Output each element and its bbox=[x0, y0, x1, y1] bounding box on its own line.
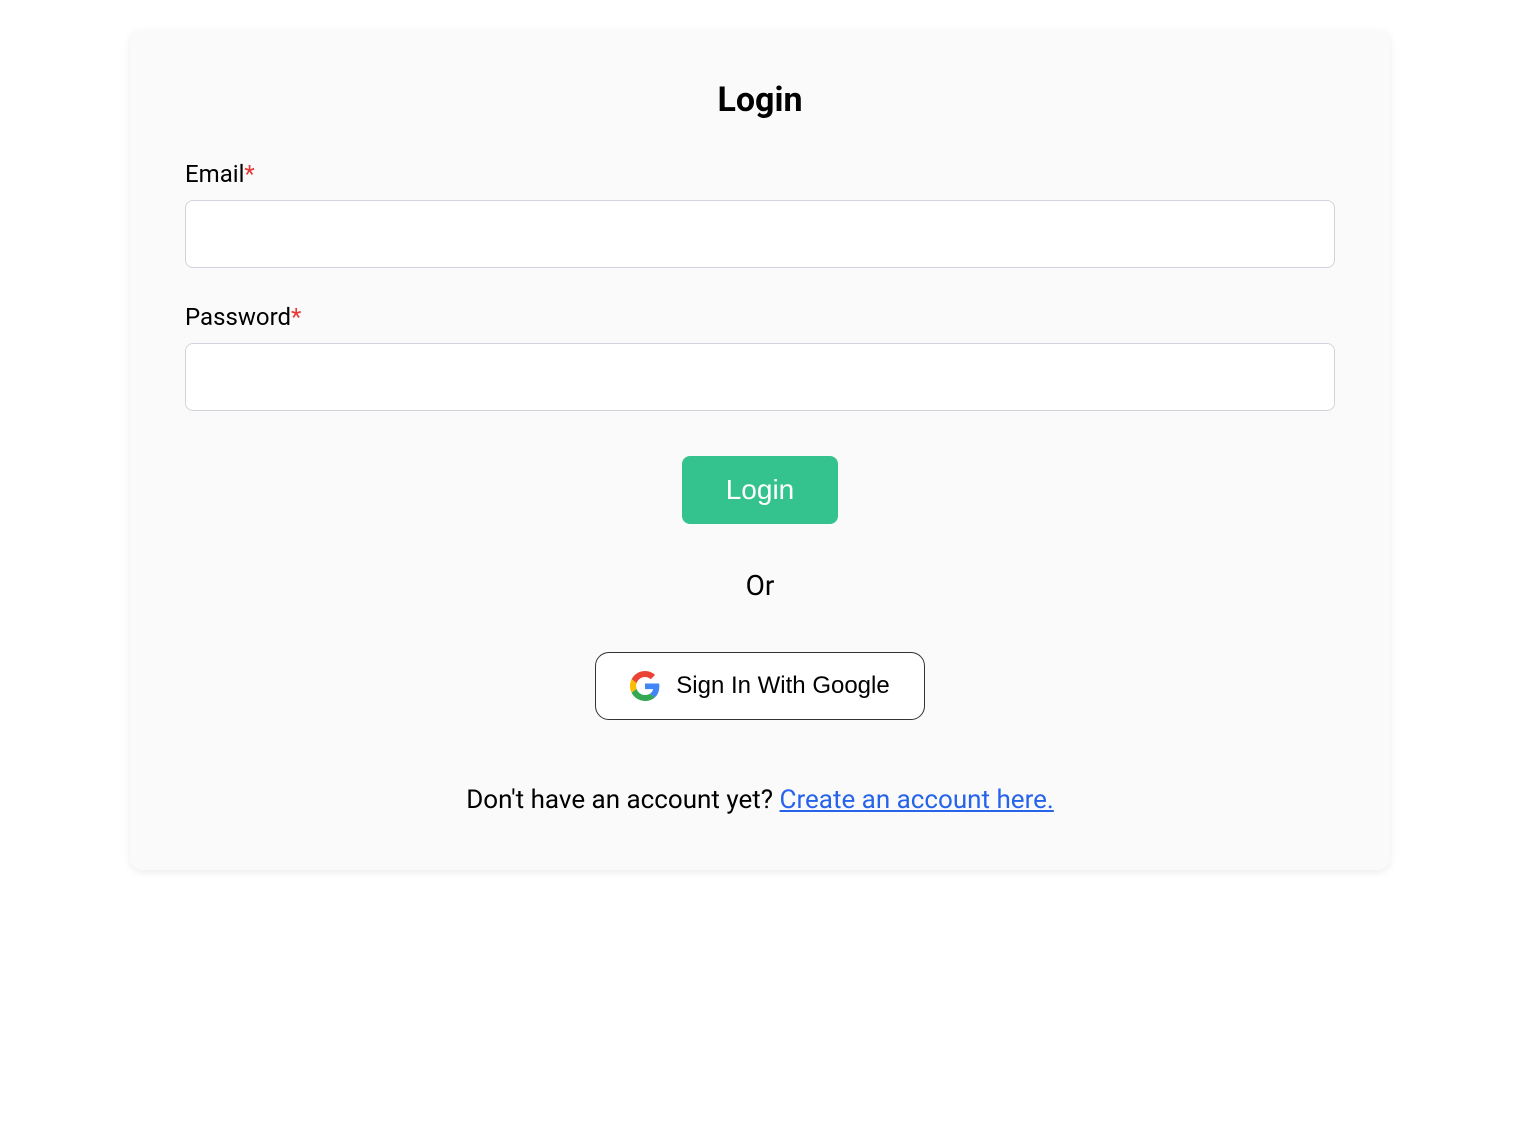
email-field-group: Email* bbox=[185, 160, 1335, 268]
login-card: Login Email* Password* Login Or bbox=[130, 30, 1390, 870]
password-input[interactable] bbox=[185, 343, 1335, 411]
actions-area: Login Or Sign In With Google Don't have … bbox=[185, 446, 1335, 815]
required-mark: * bbox=[291, 303, 301, 331]
divider-label: Or bbox=[185, 569, 1335, 602]
page-title: Login bbox=[185, 80, 1335, 120]
password-label: Password* bbox=[185, 303, 1335, 331]
google-icon bbox=[630, 671, 660, 701]
google-button-label: Sign In With Google bbox=[676, 672, 889, 700]
email-label: Email* bbox=[185, 160, 1335, 188]
password-label-text: Password bbox=[185, 303, 291, 331]
create-account-link[interactable]: Create an account here. bbox=[780, 785, 1054, 815]
signup-prompt: Don't have an account yet? bbox=[466, 785, 779, 815]
password-field-group: Password* bbox=[185, 303, 1335, 411]
signup-row: Don't have an account yet? Create an acc… bbox=[185, 785, 1335, 815]
email-input[interactable] bbox=[185, 200, 1335, 268]
email-label-text: Email bbox=[185, 160, 244, 188]
google-signin-button[interactable]: Sign In With Google bbox=[595, 652, 924, 720]
required-mark: * bbox=[244, 160, 254, 188]
login-button[interactable]: Login bbox=[682, 456, 839, 524]
